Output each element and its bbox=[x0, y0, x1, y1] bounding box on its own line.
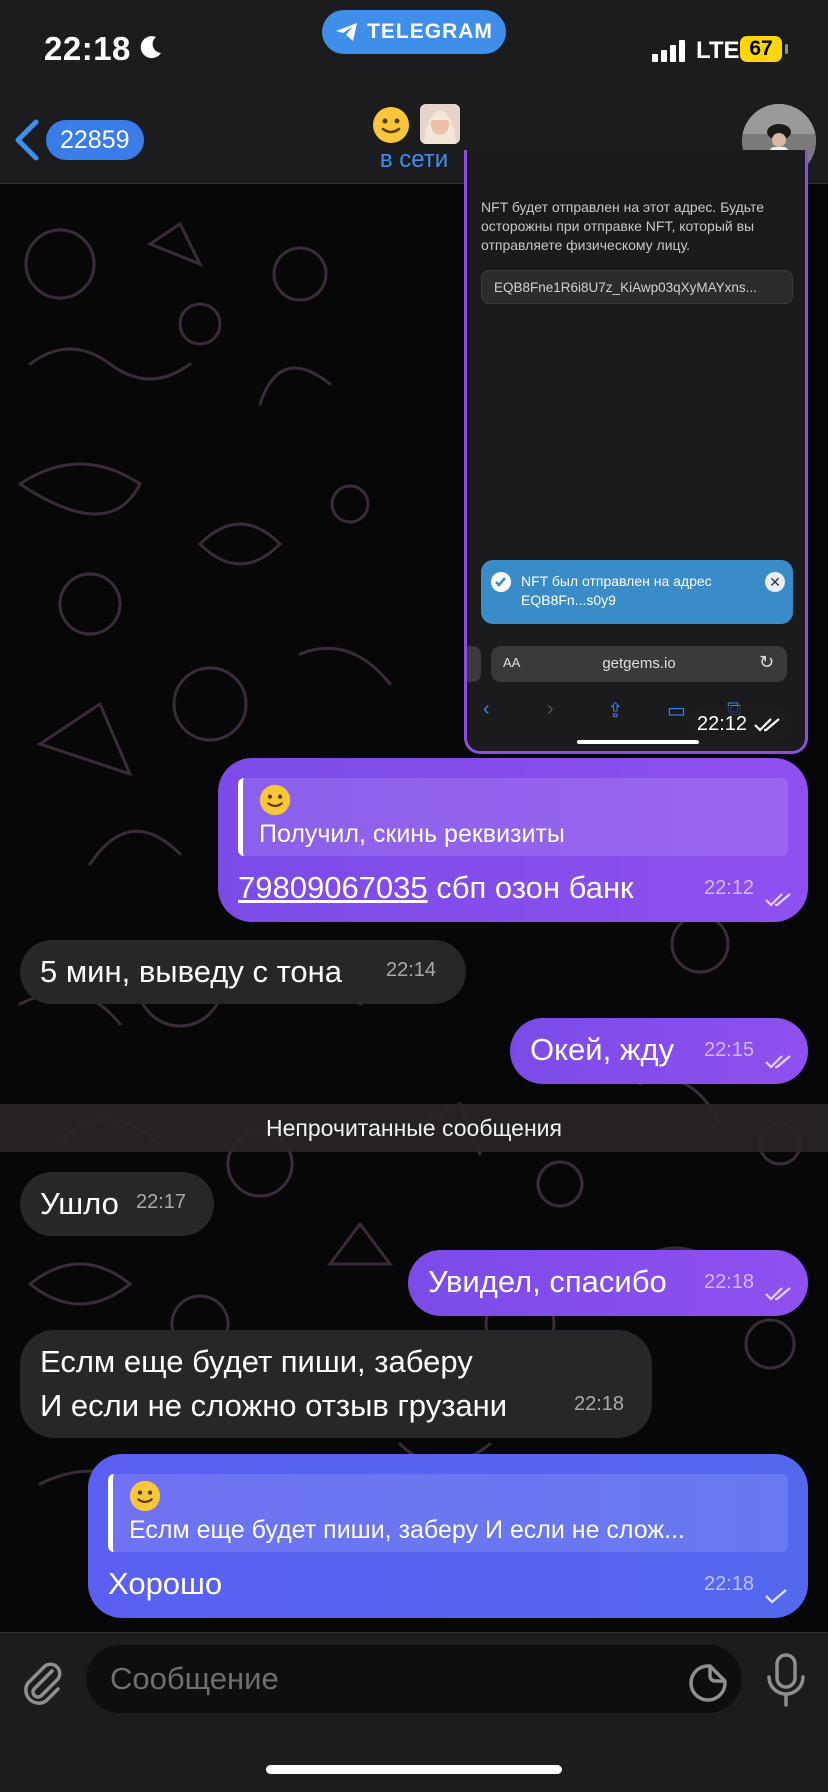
message-time: 22:12 bbox=[704, 877, 755, 899]
double-check-icon bbox=[765, 893, 791, 907]
reload-icon: ↻ bbox=[759, 652, 775, 672]
signal-icon bbox=[652, 40, 685, 62]
sticker-icon[interactable] bbox=[688, 1663, 728, 1703]
nft-address-field: EQB8Fne1R6i8U7z_KiAwp03qXyMAYxns... bbox=[481, 270, 793, 304]
message-bubble-in[interactable]: 5 мин, выведу с тона 22:14 bbox=[20, 940, 466, 1004]
message-bubble-out[interactable]: Увидел, спасибо 22:18 bbox=[408, 1250, 808, 1316]
microphone-icon[interactable] bbox=[764, 1653, 808, 1709]
message-input-bar: Сообщение bbox=[0, 1632, 828, 1792]
message-time: 22:17 bbox=[136, 1191, 187, 1213]
screenshot-home-indicator bbox=[577, 740, 699, 744]
close-icon: ✕ bbox=[765, 572, 785, 592]
reply-quote-text: Еслм еще будет пиши, заберу И если не сл… bbox=[129, 1516, 685, 1544]
message-text: Ушло bbox=[40, 1186, 119, 1221]
message-bubble-out[interactable]: Окей, жду 22:15 bbox=[510, 1018, 808, 1084]
battery-level: 67 bbox=[740, 36, 782, 62]
status-bar: 22:18 TELEGRAM LTE 67 bbox=[0, 0, 828, 96]
message-time: 22:18 bbox=[574, 1393, 625, 1415]
home-indicator bbox=[266, 1765, 562, 1774]
message-text: 5 мин, выведу с тона bbox=[40, 954, 343, 989]
contact-photo-thumbnail bbox=[420, 104, 460, 144]
message-time: 22:15 bbox=[704, 1039, 755, 1061]
reply-quote[interactable]: Получил, скинь реквизиты bbox=[238, 778, 788, 856]
message-text-line-1: Еслм еще будет пиши, заберу bbox=[40, 1344, 473, 1379]
message-text: 79809067035 сбп озон банк bbox=[238, 866, 634, 910]
screenshot-image-message[interactable]: NFT будет отправлен на этот адрес. Будьт… bbox=[464, 150, 808, 754]
nft-warning-text: NFT будет отправлен на этот адрес. Будьт… bbox=[481, 199, 765, 253]
double-check-icon bbox=[753, 717, 780, 732]
paperclip-icon[interactable] bbox=[18, 1657, 66, 1705]
message-text-line-2: И если не сложно отзыв грузани bbox=[40, 1388, 508, 1423]
browser-forward-icon: › bbox=[547, 698, 554, 720]
double-check-icon bbox=[765, 1055, 791, 1069]
telegram-pill[interactable]: TELEGRAM bbox=[322, 10, 506, 54]
message-text: Увидел, спасибо bbox=[428, 1264, 667, 1299]
reply-quote-text: Получил, скинь реквизиты bbox=[259, 820, 565, 848]
message-bubble-in[interactable]: Еслм еще будет пиши, заберу И если не сл… bbox=[20, 1330, 652, 1438]
message-time: 22:18 bbox=[704, 1271, 755, 1293]
battery-cap bbox=[785, 44, 788, 54]
message-time: 22:18 bbox=[704, 1573, 755, 1595]
smile-emoji-icon bbox=[129, 1480, 161, 1512]
message-text: Окей, жду bbox=[530, 1032, 675, 1067]
network-label: LTE bbox=[696, 37, 740, 64]
message-time: 22:14 bbox=[386, 959, 437, 981]
browser-url: getgems.io bbox=[602, 655, 676, 672]
unread-messages-divider: Непрочитанные сообщения bbox=[0, 1104, 828, 1152]
bookmarks-icon: ▭ bbox=[667, 700, 686, 722]
message-text-tail: сбп озон банк bbox=[427, 870, 634, 905]
moon-icon bbox=[140, 36, 161, 59]
image-timestamp: 22:12 bbox=[687, 706, 793, 742]
share-icon: ⇪ bbox=[607, 700, 624, 722]
phone-number-link[interactable]: 79809067035 bbox=[238, 870, 428, 905]
telegram-pill-label: TELEGRAM bbox=[367, 20, 493, 43]
message-input[interactable]: Сообщение bbox=[86, 1645, 742, 1713]
reply-quote[interactable]: Еслм еще будет пиши, заберу И если не сл… bbox=[108, 1474, 788, 1552]
message-bubble-out[interactable]: Получил, скинь реквизиты 79809067035 сбп… bbox=[218, 758, 808, 922]
browser-url-bar: AA getgems.io ↻ bbox=[491, 646, 787, 682]
smile-emoji-icon bbox=[373, 107, 409, 143]
smile-emoji-icon bbox=[259, 784, 291, 816]
message-text: Хорошо bbox=[108, 1566, 223, 1601]
nft-sent-text: NFT был отправлен на адрес EQB8Fn...s0y9 bbox=[521, 573, 712, 608]
message-bubble-out[interactable]: Еслм еще будет пиши, заберу И если не сл… bbox=[88, 1454, 808, 1618]
telegram-plane-icon bbox=[336, 23, 358, 41]
status-time: 22:18 bbox=[44, 30, 131, 67]
message-bubble-in[interactable]: Ушло 22:17 bbox=[20, 1172, 214, 1236]
browser-back-icon: ‹ bbox=[483, 698, 490, 720]
check-icon bbox=[765, 1589, 787, 1604]
face-thumbnail-icon bbox=[420, 104, 460, 144]
nft-sent-toast: NFT был отправлен на адрес EQB8Fn...s0y9… bbox=[481, 560, 793, 624]
double-check-icon bbox=[765, 1287, 791, 1301]
browser-tab-strip bbox=[467, 646, 481, 682]
check-circle-icon bbox=[491, 572, 511, 592]
